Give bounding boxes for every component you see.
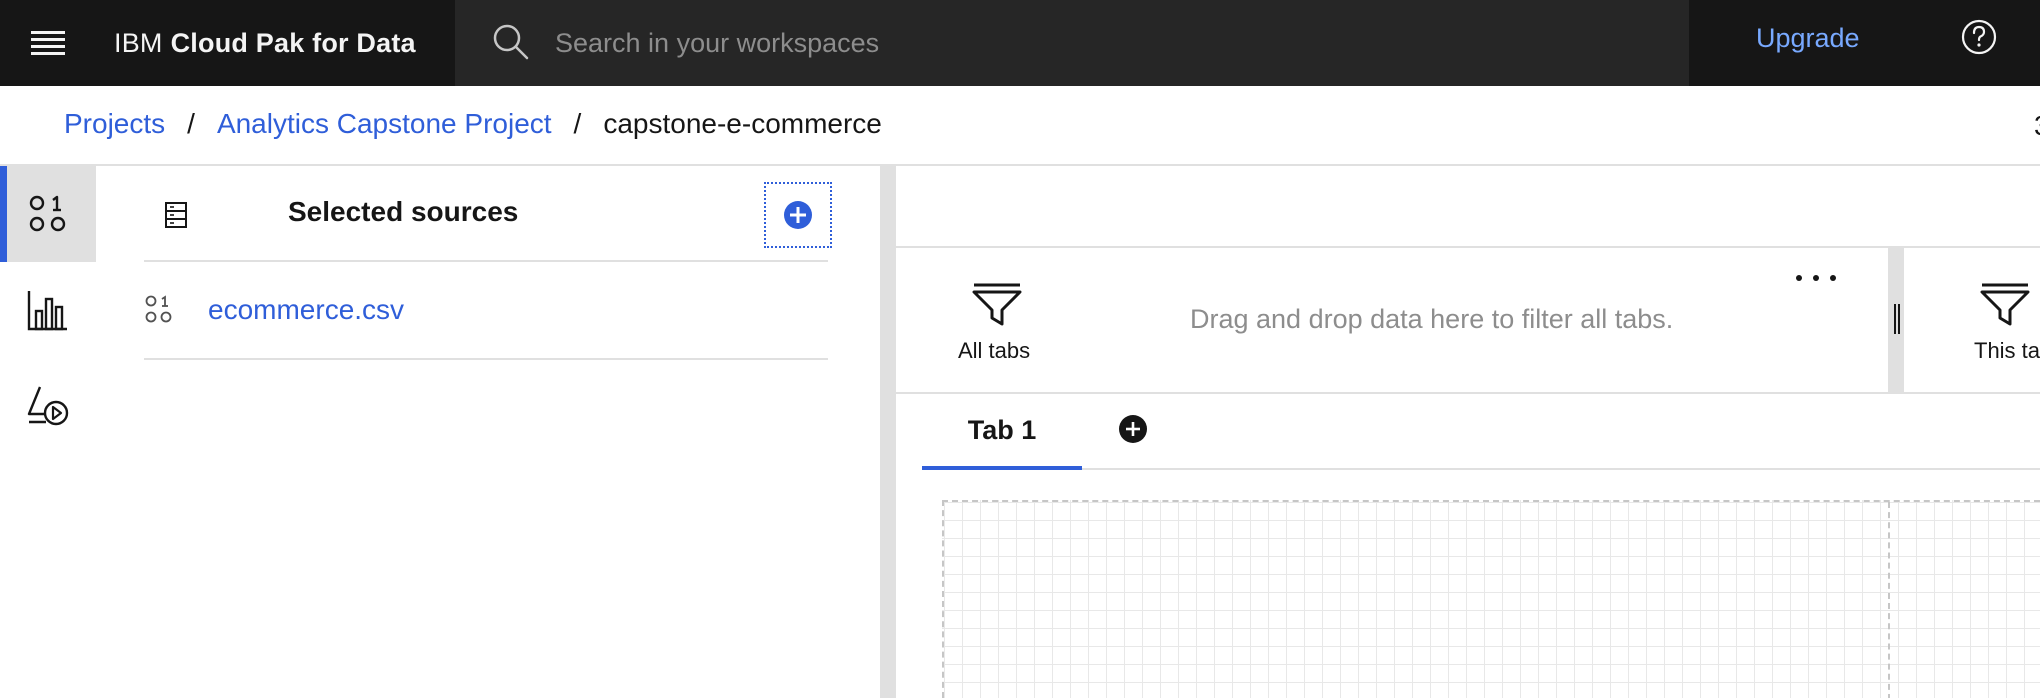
dashboard-tabs: Tab 1 — [922, 394, 2040, 470]
search-input[interactable] — [555, 0, 1555, 86]
clipped-toolbar-glyph: 3 — [2034, 110, 2040, 142]
sources-panel: Selected sources ecommerce.csv — [96, 166, 880, 698]
all-tabs-label: All tabs — [958, 338, 1031, 363]
menu-icon — [31, 31, 65, 55]
breadcrumb-current: capstone-e-commerce — [603, 108, 882, 139]
sources-header: Selected sources — [144, 166, 832, 262]
rail-item-shapes-media[interactable] — [0, 358, 96, 454]
hamburger-menu-button[interactable] — [0, 0, 96, 86]
breadcrumb-separator: / — [573, 108, 582, 139]
source-list-item[interactable]: ecommerce.csv — [144, 262, 828, 360]
data-sources-icon — [29, 195, 66, 232]
visualizations-icon — [27, 291, 67, 331]
filter-zone: All tabs Drag and drop data here to filt… — [896, 248, 2040, 394]
breadcrumb-separator: / — [187, 108, 195, 139]
brand-name: Cloud Pak for Data — [170, 28, 416, 58]
filter-icon — [972, 283, 1022, 326]
all-tabs-filter-dropzone[interactable]: All tabs Drag and drop data here to filt… — [896, 248, 1888, 392]
overflow-menu-button[interactable] — [1796, 266, 1836, 290]
breadcrumb-project[interactable]: Analytics Capstone Project — [217, 108, 552, 140]
search-bar — [455, 0, 1689, 86]
this-tab-label: This tab — [1974, 338, 2040, 363]
source-file-name[interactable]: ecommerce.csv — [208, 294, 404, 326]
data-asset-icon — [145, 295, 172, 323]
rail-item-visualizations[interactable] — [0, 262, 96, 358]
product-name[interactable]: IBM Cloud Pak for Data — [114, 0, 416, 86]
add-tab-icon[interactable] — [1116, 412, 1150, 446]
brand-prefix: IBM — [114, 28, 163, 58]
database-icon — [165, 202, 187, 228]
add-circle-icon — [784, 201, 812, 229]
dashboard-canvas-area: All tabs Drag and drop data here to filt… — [896, 166, 2040, 698]
left-rail — [0, 166, 96, 698]
panel-splitter[interactable] — [880, 166, 896, 698]
sources-title: Selected sources — [288, 196, 519, 227]
rail-item-data-sources[interactable] — [0, 166, 96, 262]
breadcrumb-bar: Projects / Analytics Capstone Project / … — [0, 86, 2040, 166]
resize-handle-icon[interactable] — [1894, 304, 1900, 334]
breadcrumb: Projects / Analytics Capstone Project / … — [64, 108, 882, 140]
overflow-menu-icon — [1796, 275, 1802, 281]
tab-1[interactable]: Tab 1 — [922, 394, 1082, 470]
shapes-media-icon — [27, 386, 69, 426]
filter-icon — [1980, 283, 2030, 326]
filter-dropzone-hint: Drag and drop data here to filter all ta… — [1190, 304, 1674, 334]
help-icon[interactable] — [1956, 14, 2002, 60]
top-header: IBMCloud Pak for Data Upgrade — [0, 0, 2040, 86]
canvas-toolbar — [896, 166, 2040, 248]
dashboard-grid-canvas[interactable] — [942, 500, 2040, 698]
this-tab-filter-dropzone[interactable]: This tab — [1904, 248, 2040, 392]
upgrade-link[interactable]: Upgrade — [1756, 0, 1860, 86]
add-source-button[interactable] — [764, 182, 832, 248]
search-icon[interactable] — [489, 20, 533, 64]
grid-guide-line — [1888, 502, 1890, 698]
breadcrumb-projects[interactable]: Projects — [64, 108, 165, 140]
